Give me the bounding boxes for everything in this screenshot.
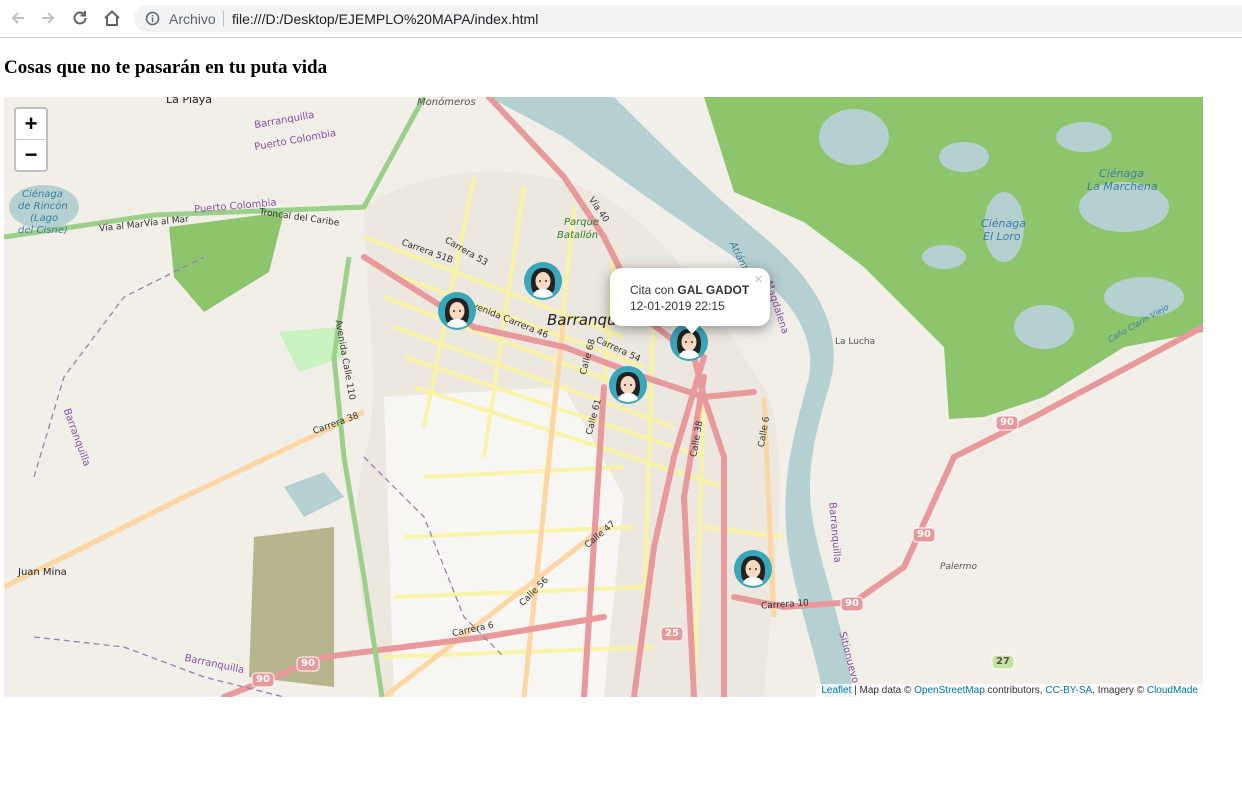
address-bar[interactable]: Archivo file:///D:/Desktop/EJEMPLO%20MAP… (134, 5, 1242, 32)
zoom-control: + − (14, 107, 48, 172)
attribution-text: , Imagery © (1092, 685, 1147, 696)
attribution-text: contributors, (984, 685, 1046, 696)
info-icon (145, 11, 160, 26)
popup-title: Cita con GAL GADOT (630, 283, 749, 297)
route-90-label: 90 (917, 529, 931, 540)
page-title: Cosas que no te pasarán en tu puta vida (4, 57, 328, 78)
popup-tip (683, 324, 701, 334)
water-label: Ciénaga (22, 189, 63, 200)
water-label: La Marchena (1087, 180, 1158, 193)
water-label: Ciénaga (1099, 167, 1144, 180)
route-90-label: 90 (845, 598, 859, 609)
place-label: Juan Mina (18, 567, 67, 578)
water-label: (Lago (30, 213, 59, 224)
back-arrow-icon (11, 12, 24, 24)
popup-close-button[interactable]: × (754, 271, 763, 288)
place-label: La Playa (166, 97, 213, 106)
zoom-in-button[interactable]: + (16, 109, 46, 139)
woman-avatar-icon (524, 262, 562, 300)
cloudmade-link[interactable]: CloudMade (1147, 685, 1198, 696)
popup-prefix: Cita con (630, 283, 675, 297)
browser-toolbar: Archivo file:///D:/Desktop/EJEMPLO%20MAP… (0, 0, 1242, 38)
reload-icon (73, 11, 87, 25)
map-marker[interactable] (437, 291, 477, 331)
place-label: La Lucha (835, 337, 876, 347)
place-label: Palermo (940, 562, 977, 572)
place-label: Monómeros (417, 97, 476, 108)
route-90-label: 90 (256, 674, 270, 685)
route-90-label: 90 (301, 658, 315, 669)
popup-name: GAL GADOT (677, 283, 750, 297)
map-container[interactable]: 90 90 90 90 90 25 27 La Playa Monómeros … (4, 97, 1203, 697)
url-text[interactable]: file:///D:/Desktop/EJEMPLO%20MAPA/index.… (232, 11, 538, 27)
route-25-label: 25 (665, 628, 679, 639)
map-attribution: Leaflet | Map data © OpenStreetMap contr… (816, 684, 1203, 697)
marker-popup: × Cita con GAL GADOT 12-01-2019 22:15 (610, 268, 770, 334)
back-button[interactable] (8, 8, 28, 28)
license-link[interactable]: CC-BY-SA (1045, 685, 1092, 696)
park-label: Parque (564, 217, 600, 228)
water-label: El Loro (983, 230, 1021, 243)
reload-button[interactable] (70, 8, 90, 28)
osm-link[interactable]: OpenStreetMap (914, 685, 985, 696)
leaflet-link[interactable]: Leaflet (821, 685, 851, 696)
home-button[interactable] (102, 8, 122, 28)
woman-avatar-icon (734, 550, 772, 588)
water-label: Ciénaga (981, 217, 1026, 230)
route-90-label: 90 (1000, 417, 1014, 428)
park-label: Batallón (557, 230, 599, 241)
forward-button[interactable] (38, 8, 58, 28)
woman-avatar-icon (609, 366, 647, 404)
water-label: de Rincón (18, 201, 68, 212)
home-icon (104, 10, 120, 26)
attribution-text: | Map data © (851, 685, 915, 696)
map-marker[interactable] (523, 261, 563, 301)
address-separator (223, 11, 224, 27)
zoom-out-button[interactable]: − (16, 139, 46, 170)
water-label: del Cisne) (18, 225, 68, 236)
forward-arrow-icon (42, 12, 55, 24)
map-marker[interactable] (733, 549, 773, 589)
security-label: Archivo (169, 11, 216, 27)
woman-avatar-icon (438, 292, 476, 330)
map-tiles[interactable] (4, 97, 1203, 697)
popup-datetime: 12-01-2019 22:15 (630, 299, 725, 313)
route-27-label: 27 (996, 656, 1010, 667)
map-marker[interactable] (608, 365, 648, 405)
